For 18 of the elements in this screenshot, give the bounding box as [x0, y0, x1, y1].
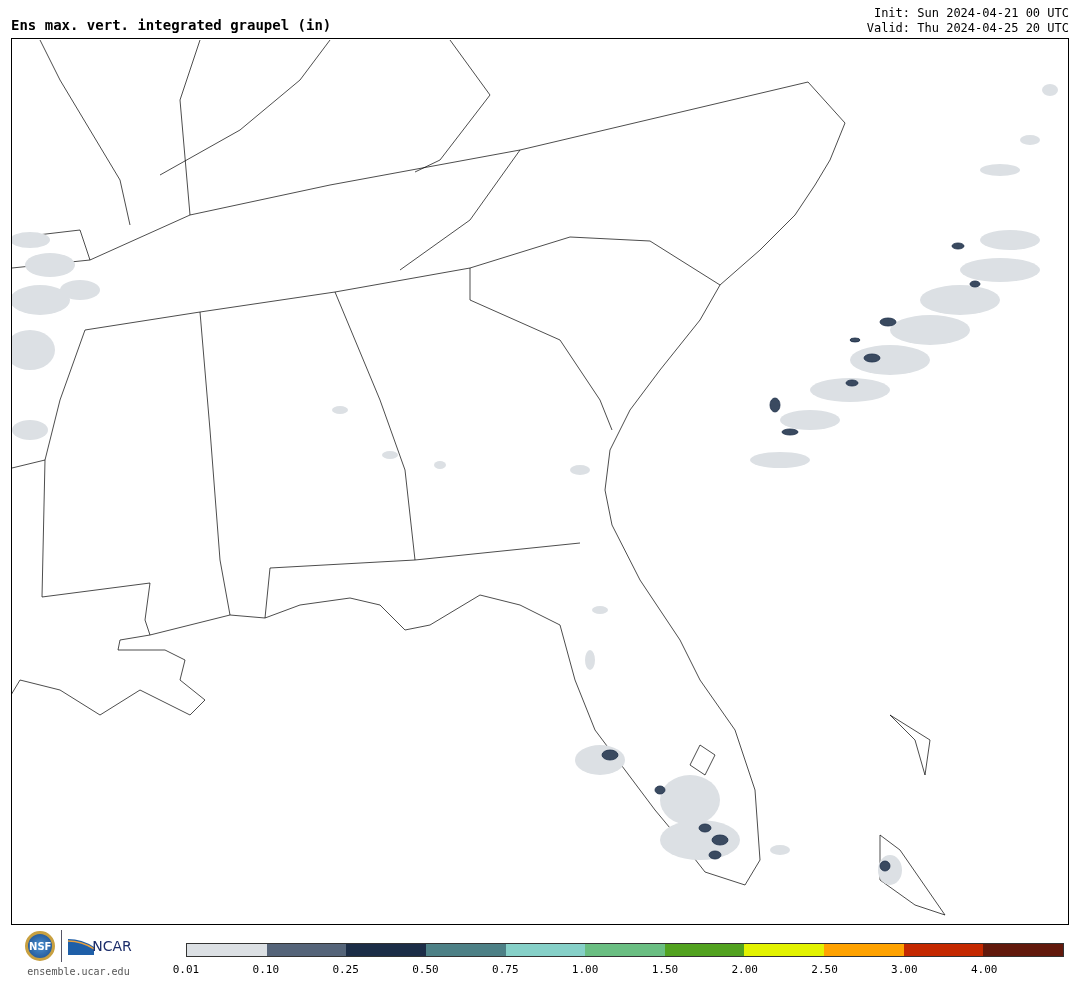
- tick-label: 1.50: [651, 963, 679, 976]
- ncar-text: NCAR: [92, 938, 132, 954]
- tick-label: 2.00: [731, 963, 758, 976]
- tick-label: 0.10: [252, 963, 280, 976]
- tick-label: 3.00: [891, 963, 918, 976]
- tick-label: 2.50: [811, 963, 838, 976]
- tick-label: 4.00: [970, 963, 998, 976]
- swoosh-icon: [68, 937, 95, 955]
- init-time: Init: Sun 2024-04-21 00 UTC: [872, 6, 1069, 21]
- tick-label: 0.75: [492, 963, 519, 976]
- tick-label: 1.00: [571, 963, 599, 976]
- tick-label: 0.01: [172, 963, 200, 976]
- valid-time: Valid: Thu 2024-04-25 20 UTC: [866, 21, 1069, 36]
- tick-label: 0.25: [332, 963, 359, 976]
- site-url: ensemble.ucar.edu: [27, 966, 130, 977]
- chart-title: Ens max. vert. integrated graupel (in): [11, 17, 332, 35]
- nsf-logo: NSF: [25, 931, 56, 961]
- tick-label: 0.50: [412, 963, 439, 976]
